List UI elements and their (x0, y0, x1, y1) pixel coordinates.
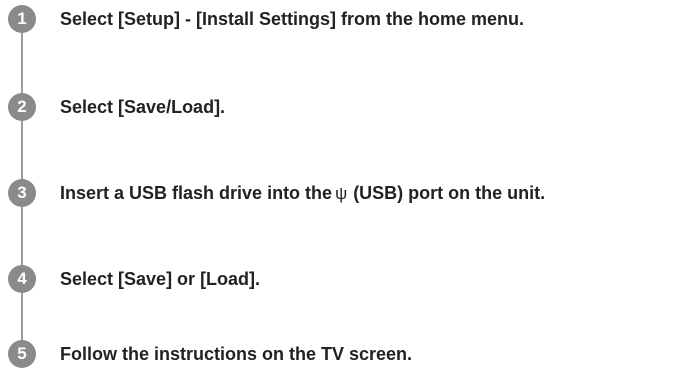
step-text: Follow the instructions on the TV screen… (60, 344, 413, 364)
step-text-after: (USB) port on the unit. (353, 183, 546, 203)
step-text: Select [Save] or [Load]. (60, 269, 261, 289)
step-text: Select [Save/Load]. (60, 97, 226, 117)
step-text: Insert a USB flash drive into the ψ (USB) … (60, 181, 545, 206)
step-number-badge: 5 (8, 340, 36, 368)
step-3: 3 Insert a USB flash drive into the ψ (USB… (0, 176, 688, 212)
step-2: 2 Select [Save/Load]. (0, 90, 688, 126)
usb-icon: ψ (335, 184, 348, 203)
step-text-before: Insert a USB flash drive into the (60, 183, 333, 203)
step-number-badge: 1 (8, 5, 36, 33)
step-4: 4 Select [Save] or [Load]. (0, 262, 688, 298)
procedure-steps: 1 Select [Setup] - [Install Settings] fr… (0, 0, 688, 381)
step-5: 5 Follow the instructions on the TV scre… (0, 337, 688, 373)
step-number-badge: 4 (8, 265, 36, 293)
step-number-badge: 3 (8, 179, 36, 207)
step-text: Select [Setup] - [Install Settings] from… (60, 9, 525, 29)
step-1: 1 Select [Setup] - [Install Settings] fr… (0, 2, 688, 38)
step-number-badge: 2 (8, 93, 36, 121)
